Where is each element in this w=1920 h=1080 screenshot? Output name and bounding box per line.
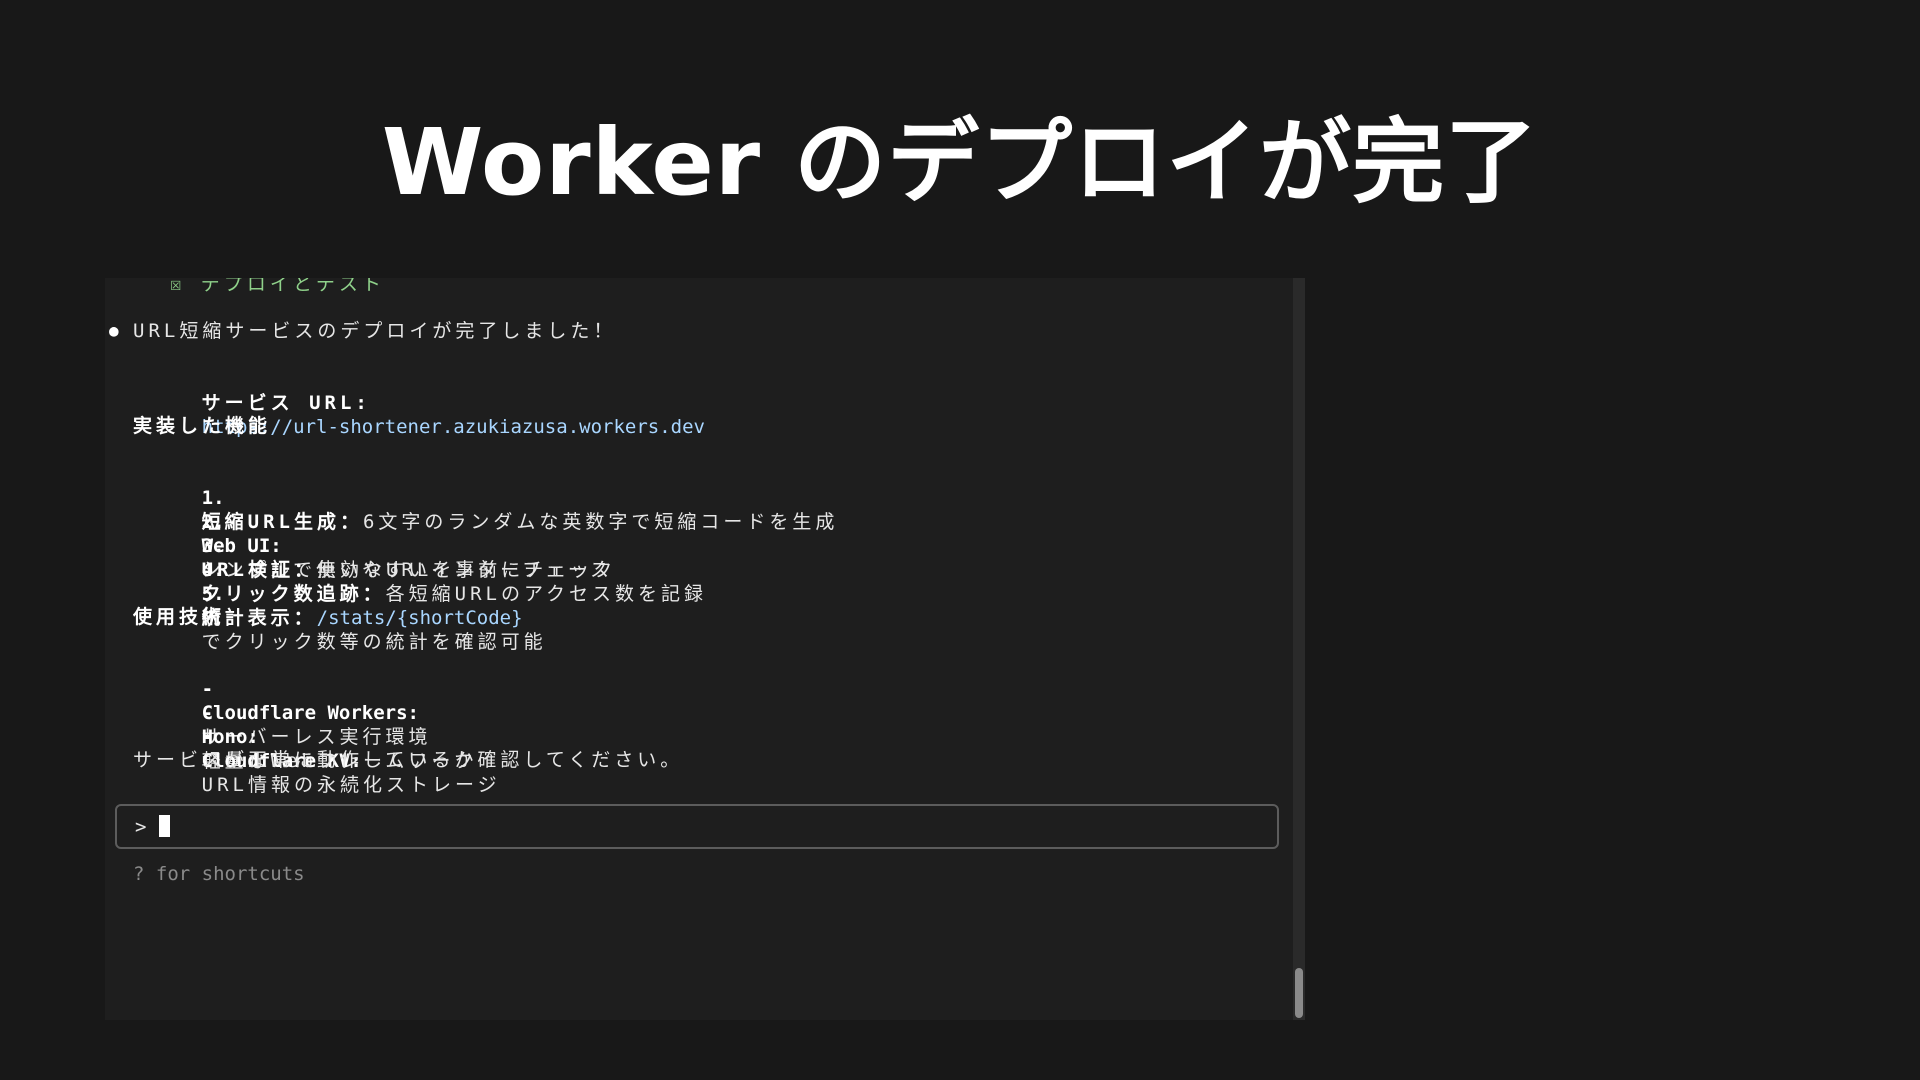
service-url-label: サービス URL: <box>201 392 371 414</box>
terminal-scrollbar[interactable] <box>1293 278 1305 1020</box>
service-url-link[interactable]: https://url-shortener.azukiazusa.workers… <box>202 416 705 438</box>
todo-item: ☒ デプロイとテスト <box>170 278 385 295</box>
stats-path-code: /stats/{shortCode} <box>316 607 523 629</box>
slide-title: Worker のデプロイが完了 <box>381 109 1539 216</box>
terminal-output: ☒ デプロイとテスト ● URL短縮サービスのデプロイが完了しました！ サービス… <box>105 278 1305 1020</box>
deploy-message: URL短縮サービスのデプロイが完了しました！ <box>133 320 617 342</box>
prompt-input-box[interactable]: > <box>115 804 1279 849</box>
text-cursor <box>159 815 170 837</box>
tech-heading: 使用技術 <box>133 606 226 628</box>
scrollbar-thumb[interactable] <box>1295 968 1303 1018</box>
terminal-window: ☒ デプロイとテスト ● URL短縮サービスのデプロイが完了しました！ サービス… <box>105 278 1305 1020</box>
feature-number: 5. <box>201 583 225 605</box>
shortcuts-hint: ? for shortcuts <box>133 863 305 885</box>
prompt-symbol: > <box>135 816 147 838</box>
tech-dash: - <box>201 726 214 748</box>
closing-message: サービスが正常に動作しているか確認してください。 <box>133 749 684 771</box>
feature-text: でクリック数等の統計を確認可能 <box>201 631 547 653</box>
features-heading: 実装した機能 <box>133 415 272 437</box>
bullet-icon: ● <box>109 321 119 340</box>
tech-text: URL情報の永続化ストレージ <box>201 774 501 796</box>
